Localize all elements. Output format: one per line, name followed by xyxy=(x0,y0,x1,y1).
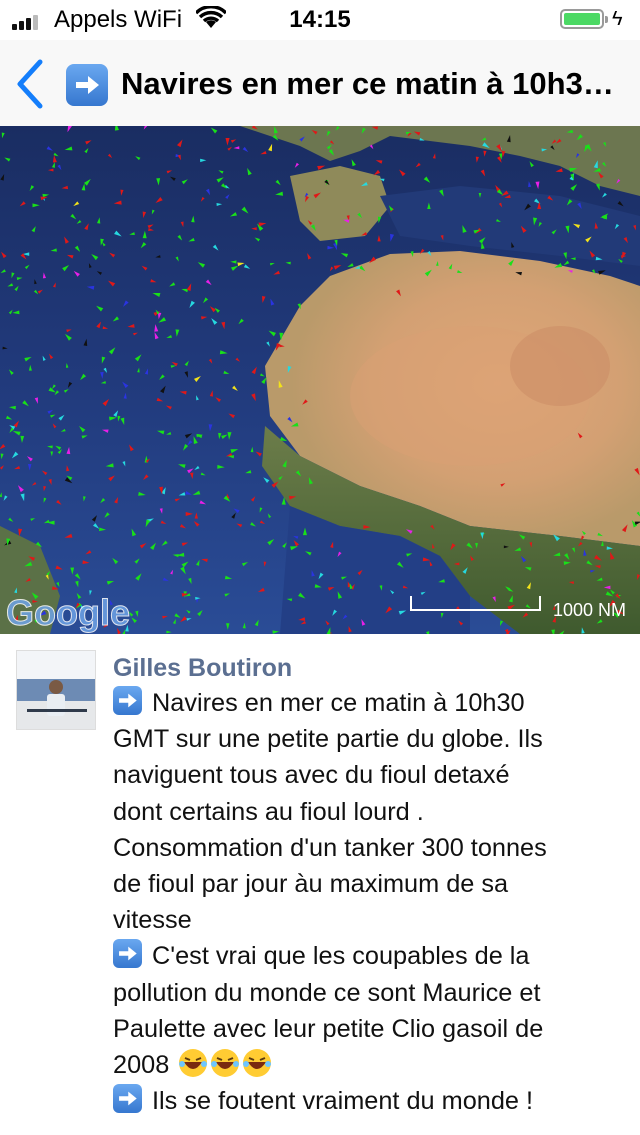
right-arrow-emoji-icon xyxy=(113,939,142,969)
status-bar: Appels WiFi 14:15 ϟ xyxy=(0,0,640,40)
google-watermark: Google xyxy=(6,592,130,633)
post-line: Consommation d'un tanker 300 tonnes xyxy=(113,833,547,862)
map-scale-label: 1000 NM xyxy=(553,600,626,620)
navigation-bar: Navires en mer ce matin à 10h30 GMT sur … xyxy=(0,40,640,126)
avatar[interactable] xyxy=(16,650,96,730)
post-author[interactable]: Gilles Boutiron xyxy=(113,654,292,683)
back-button[interactable] xyxy=(6,52,60,112)
right-arrow-emoji-icon xyxy=(66,64,108,106)
laughing-emoji-icon xyxy=(211,1049,240,1078)
post-line: naviguent tous avec du fioul detaxé xyxy=(113,761,510,790)
laughing-emoji-icon xyxy=(179,1049,208,1078)
post-line: Paulette avec leur petite Clio gasoil de xyxy=(113,1014,544,1043)
right-arrow-emoji-icon xyxy=(113,1084,142,1114)
post-line: vitesse xyxy=(113,906,192,935)
post-line: C'est vrai que les coupables de la xyxy=(113,938,629,974)
post-line: Navires en mer ce matin à 10h30 xyxy=(113,685,629,721)
chevron-left-icon xyxy=(17,59,43,109)
post-body: Navires en mer ce matin à 10h30 GMT sur … xyxy=(113,685,629,1119)
ship-traffic-map: Google 1000 NM xyxy=(0,126,640,634)
post-line: GMT sur une petite partie du globe. Ils xyxy=(113,725,543,754)
charging-bolt-icon: ϟ xyxy=(612,8,623,30)
clock: 14:15 xyxy=(289,6,351,33)
post-line: 2008 xyxy=(113,1047,629,1083)
post-line: Ils se foutent vraiment du monde ! xyxy=(113,1083,629,1119)
page-title: Navires en mer ce matin à 10h30 GMT sur … xyxy=(121,66,621,101)
post-line: dont certains au fioul lourd . xyxy=(113,797,424,826)
right-arrow-emoji-icon xyxy=(113,686,142,715)
post-line: de fioul par jour àu maximum de sa xyxy=(113,870,509,899)
laughing-emoji-icon xyxy=(243,1049,272,1078)
post-line: pollution du monde ce sont Maurice et xyxy=(113,978,541,1007)
battery-icon xyxy=(560,9,608,29)
